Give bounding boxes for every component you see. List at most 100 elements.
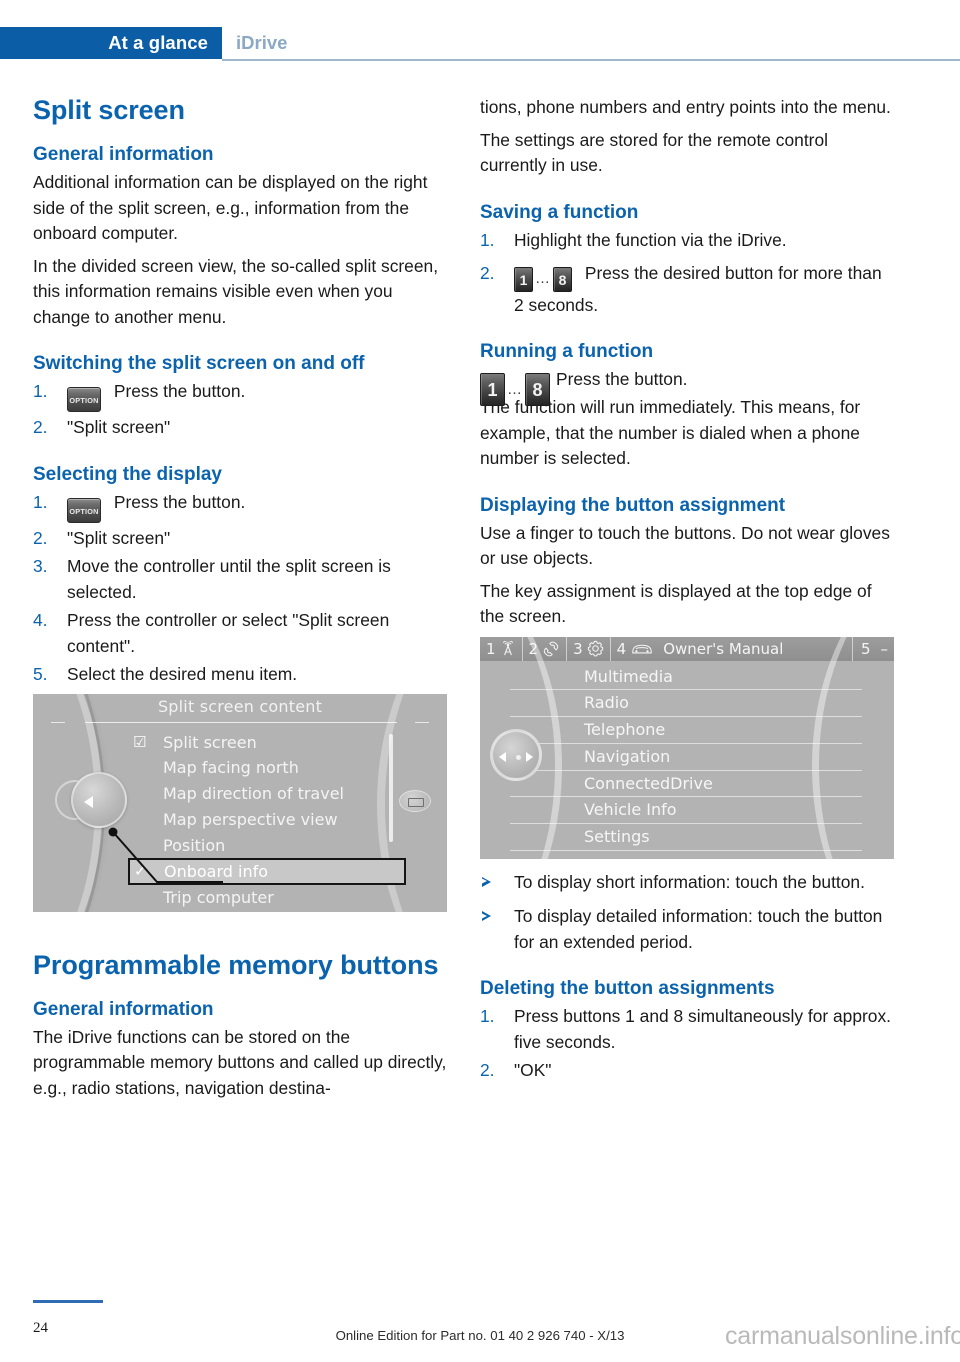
list-item: 2. "OK" [480, 1058, 894, 1084]
heading-selecting-display: Selecting the display [33, 463, 222, 485]
memory-key-first: 1 [514, 267, 533, 292]
paragraph-right-3: Use a finger to touch the buttons. Do no… [480, 522, 890, 569]
step-number: 2. [480, 1060, 495, 1080]
figure-owners-manual-menu: 1 2 3 4 Owner's Manual 5 – Multimedia Ra… [480, 636, 894, 859]
step-number: 3. [33, 556, 48, 576]
memory-slot-3[interactable]: 3 [567, 636, 611, 661]
breadcrumb: At a glance iDrive [0, 27, 960, 59]
figure-menu-body: Multimedia Radio Telephone Navigation Co… [480, 636, 894, 859]
checkbox-checked-icon: ☑ [133, 732, 147, 751]
paragraph-general-2: In the divided screen view, the so-calle… [33, 255, 439, 327]
list-item[interactable]: Telephone [510, 717, 862, 744]
memory-slot-4[interactable]: 4 Owner's Manual [611, 636, 853, 661]
list-selecting-steps: 1. OPTION Press the button. 2. "Split sc… [33, 490, 447, 688]
menu-label: Position [163, 835, 226, 855]
triangle-bullet-icon [481, 911, 491, 921]
step-text: Press buttons 1 and 8 simultaneously for… [514, 1006, 892, 1052]
page-title: Split screen [33, 95, 185, 125]
menu-label: Map perspective view [163, 809, 338, 829]
left-column: Split screen General information Additio… [33, 95, 447, 1108]
phone-handset-icon [543, 641, 559, 656]
step-text: Move the controller until the split scre… [67, 556, 391, 602]
step-text: Press the controller or select "Split sc… [67, 610, 390, 656]
step-number: 1. [480, 229, 495, 250]
list-item[interactable]: Position [129, 833, 429, 859]
memory-key-last: 8 [553, 267, 572, 292]
knob-center-dot [516, 754, 521, 760]
memory-key-first: 1 [480, 373, 505, 406]
step-text: Highlight the function via the iDrive. [514, 229, 787, 250]
step-text: "Split screen" [67, 527, 171, 548]
list-item[interactable]: Radio [510, 690, 862, 718]
arrow-right-icon [526, 751, 533, 762]
list-item[interactable]: Multimedia [510, 664, 862, 691]
paragraph-right-1: tions, phone numbers and entry points in… [480, 97, 891, 117]
arrow-left-icon [499, 751, 506, 762]
menu-label: Map facing north [163, 758, 299, 778]
list-item-selected[interactable]: ✓ Onboard info [128, 858, 406, 886]
list-item[interactable]: Trip computer [129, 885, 429, 911]
step-number: 2. [33, 417, 48, 437]
arrow-left-icon [84, 795, 93, 808]
page-footer: 24 Online Edition for Part no. 01 40 2 9… [0, 1300, 960, 1362]
heading-running-a-function: Running a function [480, 341, 654, 362]
list-item: 5. Select the desired menu item. [33, 662, 447, 688]
memory-buttons-1-8-icon: 1… 8 [480, 373, 550, 406]
footer-divider [33, 1300, 103, 1303]
step-number: 1. [33, 381, 48, 401]
list-deleting-steps: 1. Press buttons 1 and 8 simultaneously … [480, 1004, 894, 1084]
heading-switching-split-screen: Switching the split screen on and off [33, 353, 365, 374]
list-item[interactable]: ☑ Split screen [129, 730, 429, 756]
list-item[interactable]: Settings [510, 824, 862, 852]
step-number: 1. [33, 491, 48, 512]
menu-label: Split screen [163, 732, 257, 752]
step-text: "OK" [514, 1060, 552, 1080]
step-text: Select the desired menu item. [67, 664, 298, 684]
heading-general-information: General information [33, 144, 214, 165]
step-text: Press the button. [113, 491, 246, 512]
list-saving-steps: 1. Highlight the function via the iDrive… [480, 228, 894, 319]
list-item: 4. Press the controller or select "Split… [33, 608, 447, 659]
list-item: To display short information: touch the … [480, 870, 894, 896]
running-function-block: 1… 8 Press the button. [480, 367, 894, 421]
section-title-programmable-memory-buttons: Programmable memory buttons [33, 949, 439, 980]
list-item: 1. OPTION Press the button. [33, 490, 447, 523]
list-item[interactable]: Map facing north [129, 755, 429, 781]
figure-title-rule [85, 721, 397, 723]
right-column: tions, phone numbers and entry points in… [480, 95, 894, 1090]
list-item[interactable]: Vehicle Info [510, 797, 862, 825]
list-item: To display detailed information: touch t… [480, 904, 894, 955]
list-item: 3. Move the controller until the split s… [33, 554, 447, 605]
heading-saving-a-function: Saving a function [480, 201, 639, 223]
list-item[interactable]: Map perspective view [129, 807, 429, 833]
page-content: Split screen General information Additio… [0, 95, 960, 1275]
ellipsis-icon: … [507, 381, 523, 398]
list-item[interactable]: Map direction of travel [129, 781, 429, 807]
slot-label: Owner's Manual [663, 639, 784, 658]
running-line-2-first [556, 393, 894, 419]
list-switching-steps: 1. OPTION Press the button. 2. "Split sc… [33, 379, 447, 441]
tab-idrive[interactable]: iDrive [222, 27, 287, 59]
ellipsis-icon: … [535, 270, 551, 287]
list-item[interactable]: ConnectedDrive [510, 771, 862, 798]
bullet-text: To display short information: touch the … [514, 871, 865, 892]
tab-at-a-glance[interactable]: At a glance [0, 27, 222, 59]
gear-icon [587, 640, 603, 657]
car-front-icon [632, 644, 652, 654]
side-button-icon[interactable] [399, 789, 431, 812]
step-number: 4. [33, 610, 48, 630]
list-item: 2. 1… 8 Press the desired button for more… [480, 261, 894, 318]
paragraph-right-2: The settings are stored for the remote c… [480, 129, 828, 176]
list-item: 2. "Split screen" [33, 526, 447, 552]
watermark: carmanualsonline.info [724, 1322, 960, 1350]
slot-number: 3 [573, 639, 583, 658]
memory-key-last: 8 [525, 373, 550, 406]
paragraph-general-3: The iDrive functions can be stored on th… [33, 1026, 447, 1098]
controller-knob-icon[interactable] [490, 728, 542, 781]
step-text: "Split screen" [67, 417, 171, 437]
controller-knob-icon[interactable] [71, 771, 127, 828]
step-number: 2. [33, 527, 48, 548]
list-touch-bullets: To display short information: touch the … [480, 870, 894, 956]
list-item: 1. Press buttons 1 and 8 simultaneously … [480, 1004, 894, 1055]
list-item[interactable]: Navigation [510, 744, 862, 771]
